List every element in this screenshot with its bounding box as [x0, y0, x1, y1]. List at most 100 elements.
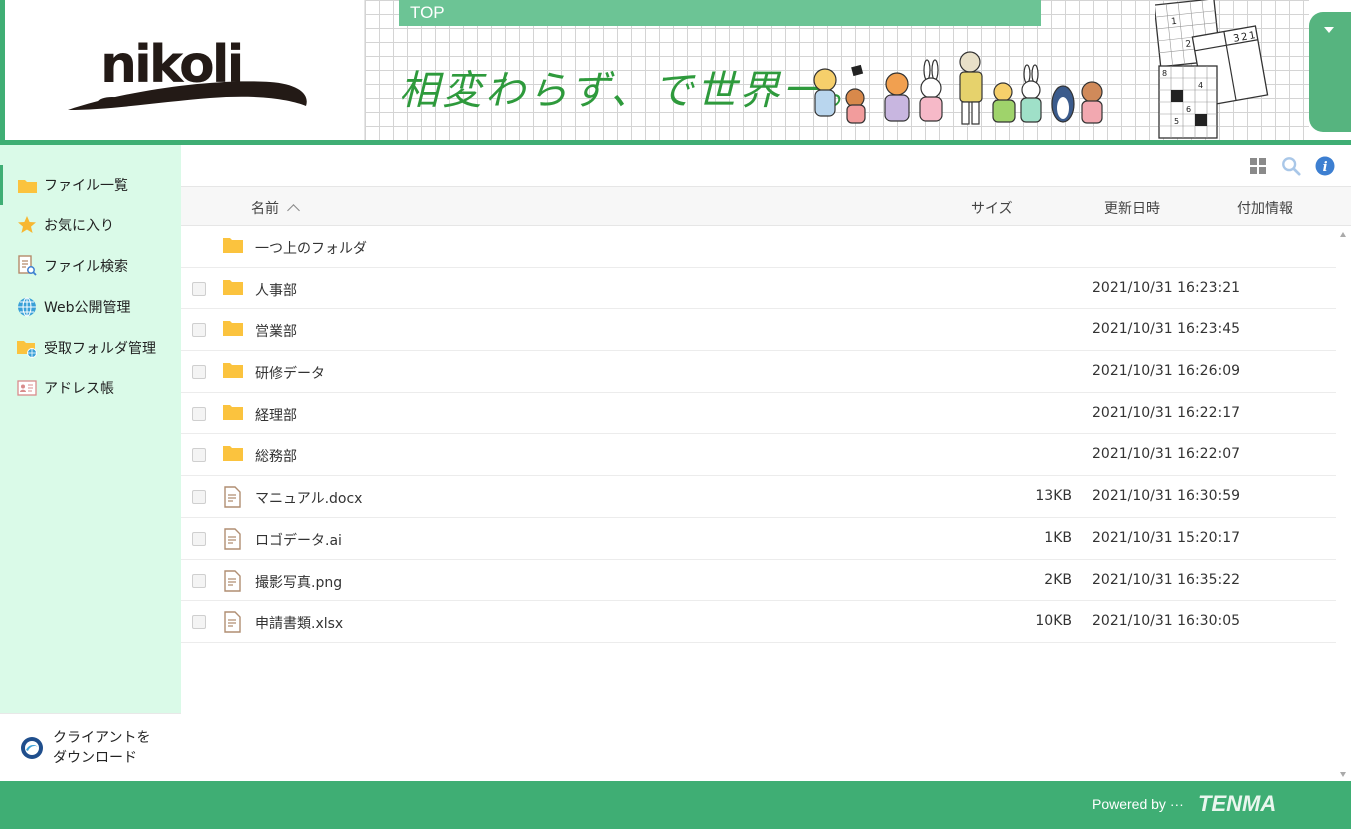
file-name: 撮影写真.png	[255, 574, 343, 591]
client-download-icon	[21, 737, 43, 759]
folder-row[interactable]: 総務部 2021/10/31 16:22:07	[181, 434, 1336, 477]
search-icon[interactable]	[1281, 156, 1301, 176]
banner: TOP 相変わらず、で世界一。 1 2 3 2 1 8 4 5 6	[365, 0, 1309, 140]
folder-icon	[16, 175, 38, 195]
receive-folder-icon	[16, 338, 38, 358]
file-row[interactable]: 撮影写真.png 2KB 2021/10/31 16:35:22	[181, 560, 1336, 602]
sidebar-item-file-search[interactable]: ファイル検索	[0, 246, 181, 286]
caret-down-icon	[1324, 27, 1334, 33]
column-header-name[interactable]: 名前	[251, 198, 300, 218]
row-checkbox[interactable]	[192, 615, 206, 630]
puzzle-grids-illustration: 1 2 3 2 1 8 4 5 6	[1155, 0, 1269, 139]
row-checkbox[interactable]	[192, 490, 206, 505]
file-modified-date: 2021/10/31 16:26:09	[1092, 363, 1241, 380]
file-name: 営業部	[255, 324, 297, 341]
file-modified-date: 2021/10/31 15:20:17	[1092, 529, 1241, 546]
logo-area[interactable]: nikoli	[5, 0, 365, 140]
globe-icon	[16, 297, 38, 317]
sidebar-item-favorites[interactable]: お気に入り	[0, 205, 181, 245]
document-icon	[222, 569, 244, 592]
row-checkbox[interactable]	[192, 531, 206, 546]
sidebar-item-file-list[interactable]: ファイル一覧	[0, 165, 181, 205]
sidebar-item-address-book[interactable]: アドレス帳	[0, 368, 181, 408]
file-name: 総務部	[255, 449, 297, 466]
file-size: 2KB	[1044, 571, 1072, 588]
column-header-size[interactable]: サイズ	[971, 198, 1013, 218]
sidebar-item-label: 受取フォルダ管理	[44, 341, 156, 357]
svg-text:6: 6	[1186, 105, 1191, 114]
sidebar-download-area: クライアントを ダウンロード	[0, 713, 181, 781]
sidebar-item-web-publish[interactable]: Web公開管理	[0, 287, 181, 327]
folder-icon	[222, 403, 244, 423]
info-icon[interactable]: i	[1315, 156, 1335, 176]
powered-by-text: Powered by ···	[1092, 796, 1184, 812]
document-icon	[222, 528, 244, 550]
sidebar-item-receive-folder[interactable]: 受取フォルダ管理	[0, 328, 181, 368]
file-row[interactable]: マニュアル.docx 13KB 2021/10/31 16:30:59	[181, 476, 1336, 518]
file-modified-date: 2021/10/31 16:30:05	[1092, 613, 1241, 630]
puzzle-characters-illustration	[813, 51, 1103, 125]
column-header-date[interactable]: 更新日時	[1104, 198, 1160, 218]
nikoli-logo: nikoli	[68, 35, 307, 110]
file-name: 経理部	[255, 407, 297, 424]
top-tab[interactable]: TOP	[399, 0, 1041, 26]
file-name: マニュアル.docx	[255, 491, 363, 508]
parent-folder-row[interactable]: 一つ上のフォルダ	[181, 226, 1336, 268]
row-checkbox[interactable]	[192, 323, 206, 338]
file-modified-date: 2021/10/31 16:23:21	[1092, 279, 1241, 296]
folder-row[interactable]: 研修データ 2021/10/31 16:26:09	[181, 351, 1336, 393]
file-row[interactable]: 申請書類.xlsx 10KB 2021/10/31 16:30:05	[181, 601, 1336, 643]
folder-icon	[222, 278, 244, 298]
svg-text:nikoli: nikoli	[100, 35, 241, 95]
svg-text:8: 8	[1162, 69, 1167, 78]
folder-row[interactable]: 経理部 2021/10/31 16:22:17	[181, 393, 1336, 435]
download-client-link[interactable]: クライアントを ダウンロード	[20, 728, 150, 768]
slogan: 相変わらず、で世界一。	[399, 68, 869, 114]
row-checkbox[interactable]	[192, 281, 206, 296]
file-rows: 一つ上のフォルダ 人事部 2021/10/31 16:23:21 営業部 2021/1…	[181, 226, 1336, 643]
file-modified-date: 2021/10/31 16:22:07	[1092, 446, 1241, 463]
row-checkbox[interactable]	[192, 365, 206, 380]
svg-text:i: i	[1323, 160, 1328, 175]
row-checkbox[interactable]	[192, 573, 206, 588]
file-modified-date: 2021/10/31 16:35:22	[1092, 571, 1241, 588]
grid-view-icon[interactable]	[1248, 156, 1268, 176]
scroll-up-arrow-icon[interactable]	[1340, 232, 1346, 237]
file-name: 一つ上のフォルダ	[255, 241, 367, 257]
star-icon	[16, 215, 38, 235]
scroll-down-arrow-icon[interactable]	[1340, 772, 1346, 777]
document-icon	[222, 486, 244, 508]
sidebar-item-label: ファイル検索	[44, 259, 128, 275]
svg-text:2: 2	[1185, 39, 1192, 50]
row-checkbox[interactable]	[192, 406, 206, 421]
tenma-logo[interactable]: TENMA	[1198, 791, 1276, 817]
file-modified-date: 2021/10/31 16:23:45	[1092, 321, 1241, 338]
file-modified-date: 2021/10/31 16:22:17	[1092, 404, 1241, 421]
file-list-panel: i 名前 サイズ 更新日時 付加情報 一つ上のフォルダ 人事部 2021/10/3…	[181, 145, 1351, 781]
file-size: 13KB	[1035, 488, 1072, 505]
sidebar-item-label: ファイル一覧	[44, 178, 128, 194]
file-size: 10KB	[1035, 613, 1072, 630]
column-header-info[interactable]: 付加情報	[1237, 198, 1293, 218]
file-row[interactable]: ロゴデータ.ai 1KB 2021/10/31 15:20:17	[181, 518, 1336, 560]
svg-text:1: 1	[1171, 17, 1178, 28]
document-icon	[222, 611, 244, 633]
folder-icon	[222, 236, 244, 256]
folder-row[interactable]: 営業部 2021/10/31 16:23:45	[181, 309, 1336, 352]
address-book-icon	[16, 378, 38, 398]
folder-row[interactable]: 人事部 2021/10/31 16:23:21	[181, 268, 1336, 310]
folder-icon	[222, 444, 244, 464]
download-label-line1: クライアントを	[53, 730, 151, 746]
file-name: ロゴデータ.ai	[255, 532, 342, 549]
svg-text:5: 5	[1174, 117, 1179, 126]
header-menu-toggle[interactable]	[1309, 12, 1351, 132]
footer: Powered by ··· TENMA	[0, 781, 1351, 829]
table-header: 名前 サイズ 更新日時 付加情報	[181, 186, 1351, 226]
sidebar-item-label: アドレス帳	[44, 381, 114, 397]
sidebar-item-label: お気に入り	[44, 218, 114, 234]
sidebar: ファイル一覧 お気に入り ファイル検索 Web公開管理 受取フォルダ管理 アドレ…	[0, 145, 181, 781]
download-label-line2: ダウンロード	[53, 750, 137, 766]
header: nikoli TOP 相変わらず、で世界一。 1 2 3 2 1 8 4 5 6	[0, 0, 1351, 145]
vertical-scrollbar[interactable]	[1336, 226, 1351, 781]
row-checkbox[interactable]	[192, 448, 206, 463]
